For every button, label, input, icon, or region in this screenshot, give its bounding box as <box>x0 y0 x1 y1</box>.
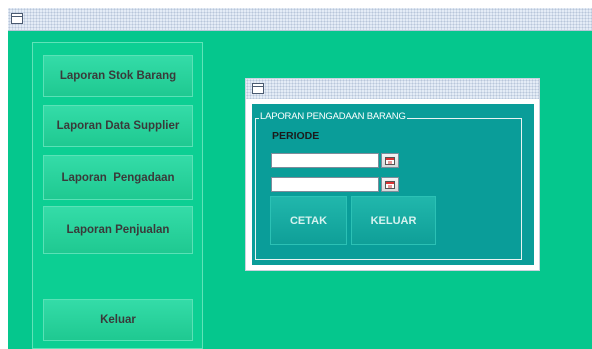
group-title: LAPORAN PENGADAAN BARANG <box>259 111 407 122</box>
date-to-field[interactable] <box>271 177 379 192</box>
date-to-calendar-button[interactable] <box>381 177 399 192</box>
window-icon <box>252 83 264 94</box>
sidebar-exit-button[interactable]: Keluar <box>43 299 193 341</box>
main-titlebar[interactable] <box>8 8 592 31</box>
periode-label: PERIODE <box>272 130 320 142</box>
sidebar-panel: Laporan Stok Barang Laporan Data Supplie… <box>32 42 203 349</box>
sidebar-item-laporan-penjualan[interactable]: Laporan Penjualan <box>43 206 193 254</box>
close-button[interactable]: KELUAR <box>351 196 436 245</box>
dialog-body: LAPORAN PENGADAAN BARANG PERIODE CETAK K… <box>252 104 534 265</box>
sidebar-item-laporan-pengadaan[interactable]: Laporan Pengadaan <box>43 155 193 200</box>
print-button[interactable]: CETAK <box>270 196 347 245</box>
sidebar-item-laporan-stok-barang[interactable]: Laporan Stok Barang <box>43 55 193 97</box>
dialog-titlebar[interactable] <box>246 79 539 99</box>
sidebar-item-laporan-data-supplier[interactable]: Laporan Data Supplier <box>43 105 193 147</box>
calendar-icon <box>385 156 395 165</box>
report-dialog: LAPORAN PENGADAAN BARANG PERIODE CETAK K… <box>245 78 540 271</box>
calendar-icon <box>385 180 395 189</box>
main-window: Laporan Stok Barang Laporan Data Supplie… <box>8 8 592 349</box>
window-icon <box>11 13 23 24</box>
date-from-field[interactable] <box>271 153 379 168</box>
date-from-calendar-button[interactable] <box>381 153 399 168</box>
